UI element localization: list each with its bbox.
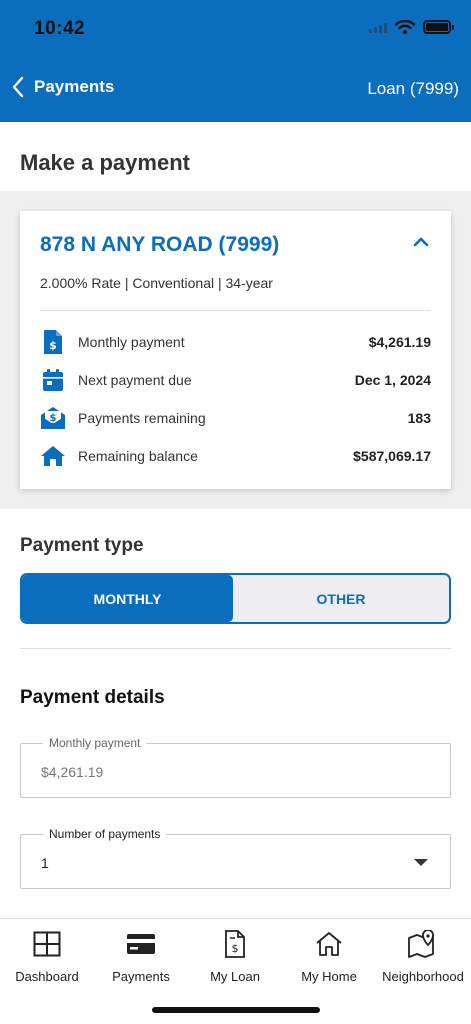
loan-address: 878 N ANY ROAD (7999): [40, 233, 280, 256]
dashboard-grid-icon: [33, 929, 61, 959]
home-outline-icon: [315, 929, 343, 959]
chevron-left-icon: [12, 76, 24, 98]
wifi-icon: [395, 20, 415, 34]
loan-selector[interactable]: Loan (7999): [367, 79, 459, 99]
calendar-icon: [40, 367, 66, 393]
app-header: 10:42 Payments Loan (7999): [0, 0, 471, 122]
house-icon: [40, 443, 66, 469]
payment-type-other[interactable]: OTHER: [233, 575, 449, 622]
status-icons: [369, 20, 454, 34]
tab-dashboard[interactable]: Dashboard: [0, 929, 94, 984]
field-label: Number of payments: [43, 827, 167, 841]
field-value: $4,261.19: [41, 764, 104, 780]
tab-label: My Home: [301, 969, 357, 984]
remaining-balance-row: Remaining balance $587,069.17: [40, 443, 431, 469]
tab-payments[interactable]: Payments: [94, 929, 188, 984]
tab-label: Neighborhood: [382, 969, 464, 984]
row-value: $587,069.17: [353, 448, 431, 464]
loan-subtitle: 2.000% Rate | Conventional | 34-year: [40, 275, 273, 291]
battery-icon: [423, 20, 454, 34]
tab-my-loan[interactable]: $ My Loan: [188, 929, 282, 984]
number-of-payments-select[interactable]: Number of payments 1: [20, 827, 451, 889]
payments-remaining-row: $ Payments remaining 183: [40, 405, 431, 431]
tab-neighborhood[interactable]: Neighborhood: [376, 929, 470, 984]
row-value: $4,261.19: [368, 334, 431, 350]
loan-summary-card: 878 N ANY ROAD (7999) 2.000% Rate | Conv…: [20, 211, 451, 489]
row-label: Remaining balance: [78, 448, 198, 464]
back-button[interactable]: Payments: [12, 76, 114, 98]
monthly-payment-row: $ Monthly payment $4,261.19: [40, 329, 431, 355]
row-label: Payments remaining: [78, 410, 206, 426]
payment-type-toggle: MONTHLY OTHER: [20, 573, 451, 624]
page-title-bar: Make a payment: [0, 122, 471, 191]
tab-label: My Loan: [210, 969, 260, 984]
status-time: 10:42: [34, 18, 86, 39]
status-bar: 10:42: [0, 0, 471, 56]
svg-text:$: $: [50, 413, 57, 424]
invoice-dollar-icon: $: [40, 329, 66, 355]
map-pin-icon: [408, 929, 438, 959]
row-label: Monthly payment: [78, 334, 185, 350]
section-divider: [20, 648, 451, 649]
row-value: Dec 1, 2024: [354, 372, 431, 388]
monthly-payment-field: Monthly payment $4,261.19: [20, 736, 451, 798]
nav-bar: Payments Loan (7999): [0, 70, 471, 106]
chevron-up-icon[interactable]: [413, 237, 429, 247]
loan-document-icon: $: [224, 929, 246, 959]
credit-card-icon: [126, 929, 156, 959]
cellular-signal-icon: [369, 21, 387, 33]
field-value: 1: [41, 855, 49, 871]
tab-my-home[interactable]: My Home: [282, 929, 376, 984]
tab-label: Dashboard: [15, 969, 79, 984]
money-envelope-icon: $: [40, 405, 66, 431]
row-label: Next payment due: [78, 372, 192, 388]
page-title: Make a payment: [20, 150, 190, 175]
tab-label: Payments: [112, 969, 170, 984]
dropdown-caret-icon: [414, 859, 428, 866]
field-label: Monthly payment: [43, 736, 147, 750]
payment-type-title: Payment type: [20, 535, 144, 556]
card-divider: [40, 310, 431, 311]
row-value: 183: [407, 410, 431, 426]
payment-type-monthly[interactable]: MONTHLY: [22, 575, 233, 622]
payment-details-title: Payment details: [20, 687, 165, 708]
back-label: Payments: [34, 77, 115, 96]
svg-text:$: $: [49, 339, 57, 352]
next-payment-row: Next payment due Dec 1, 2024: [40, 367, 431, 393]
svg-text:$: $: [232, 942, 239, 955]
home-indicator[interactable]: [152, 1007, 320, 1013]
